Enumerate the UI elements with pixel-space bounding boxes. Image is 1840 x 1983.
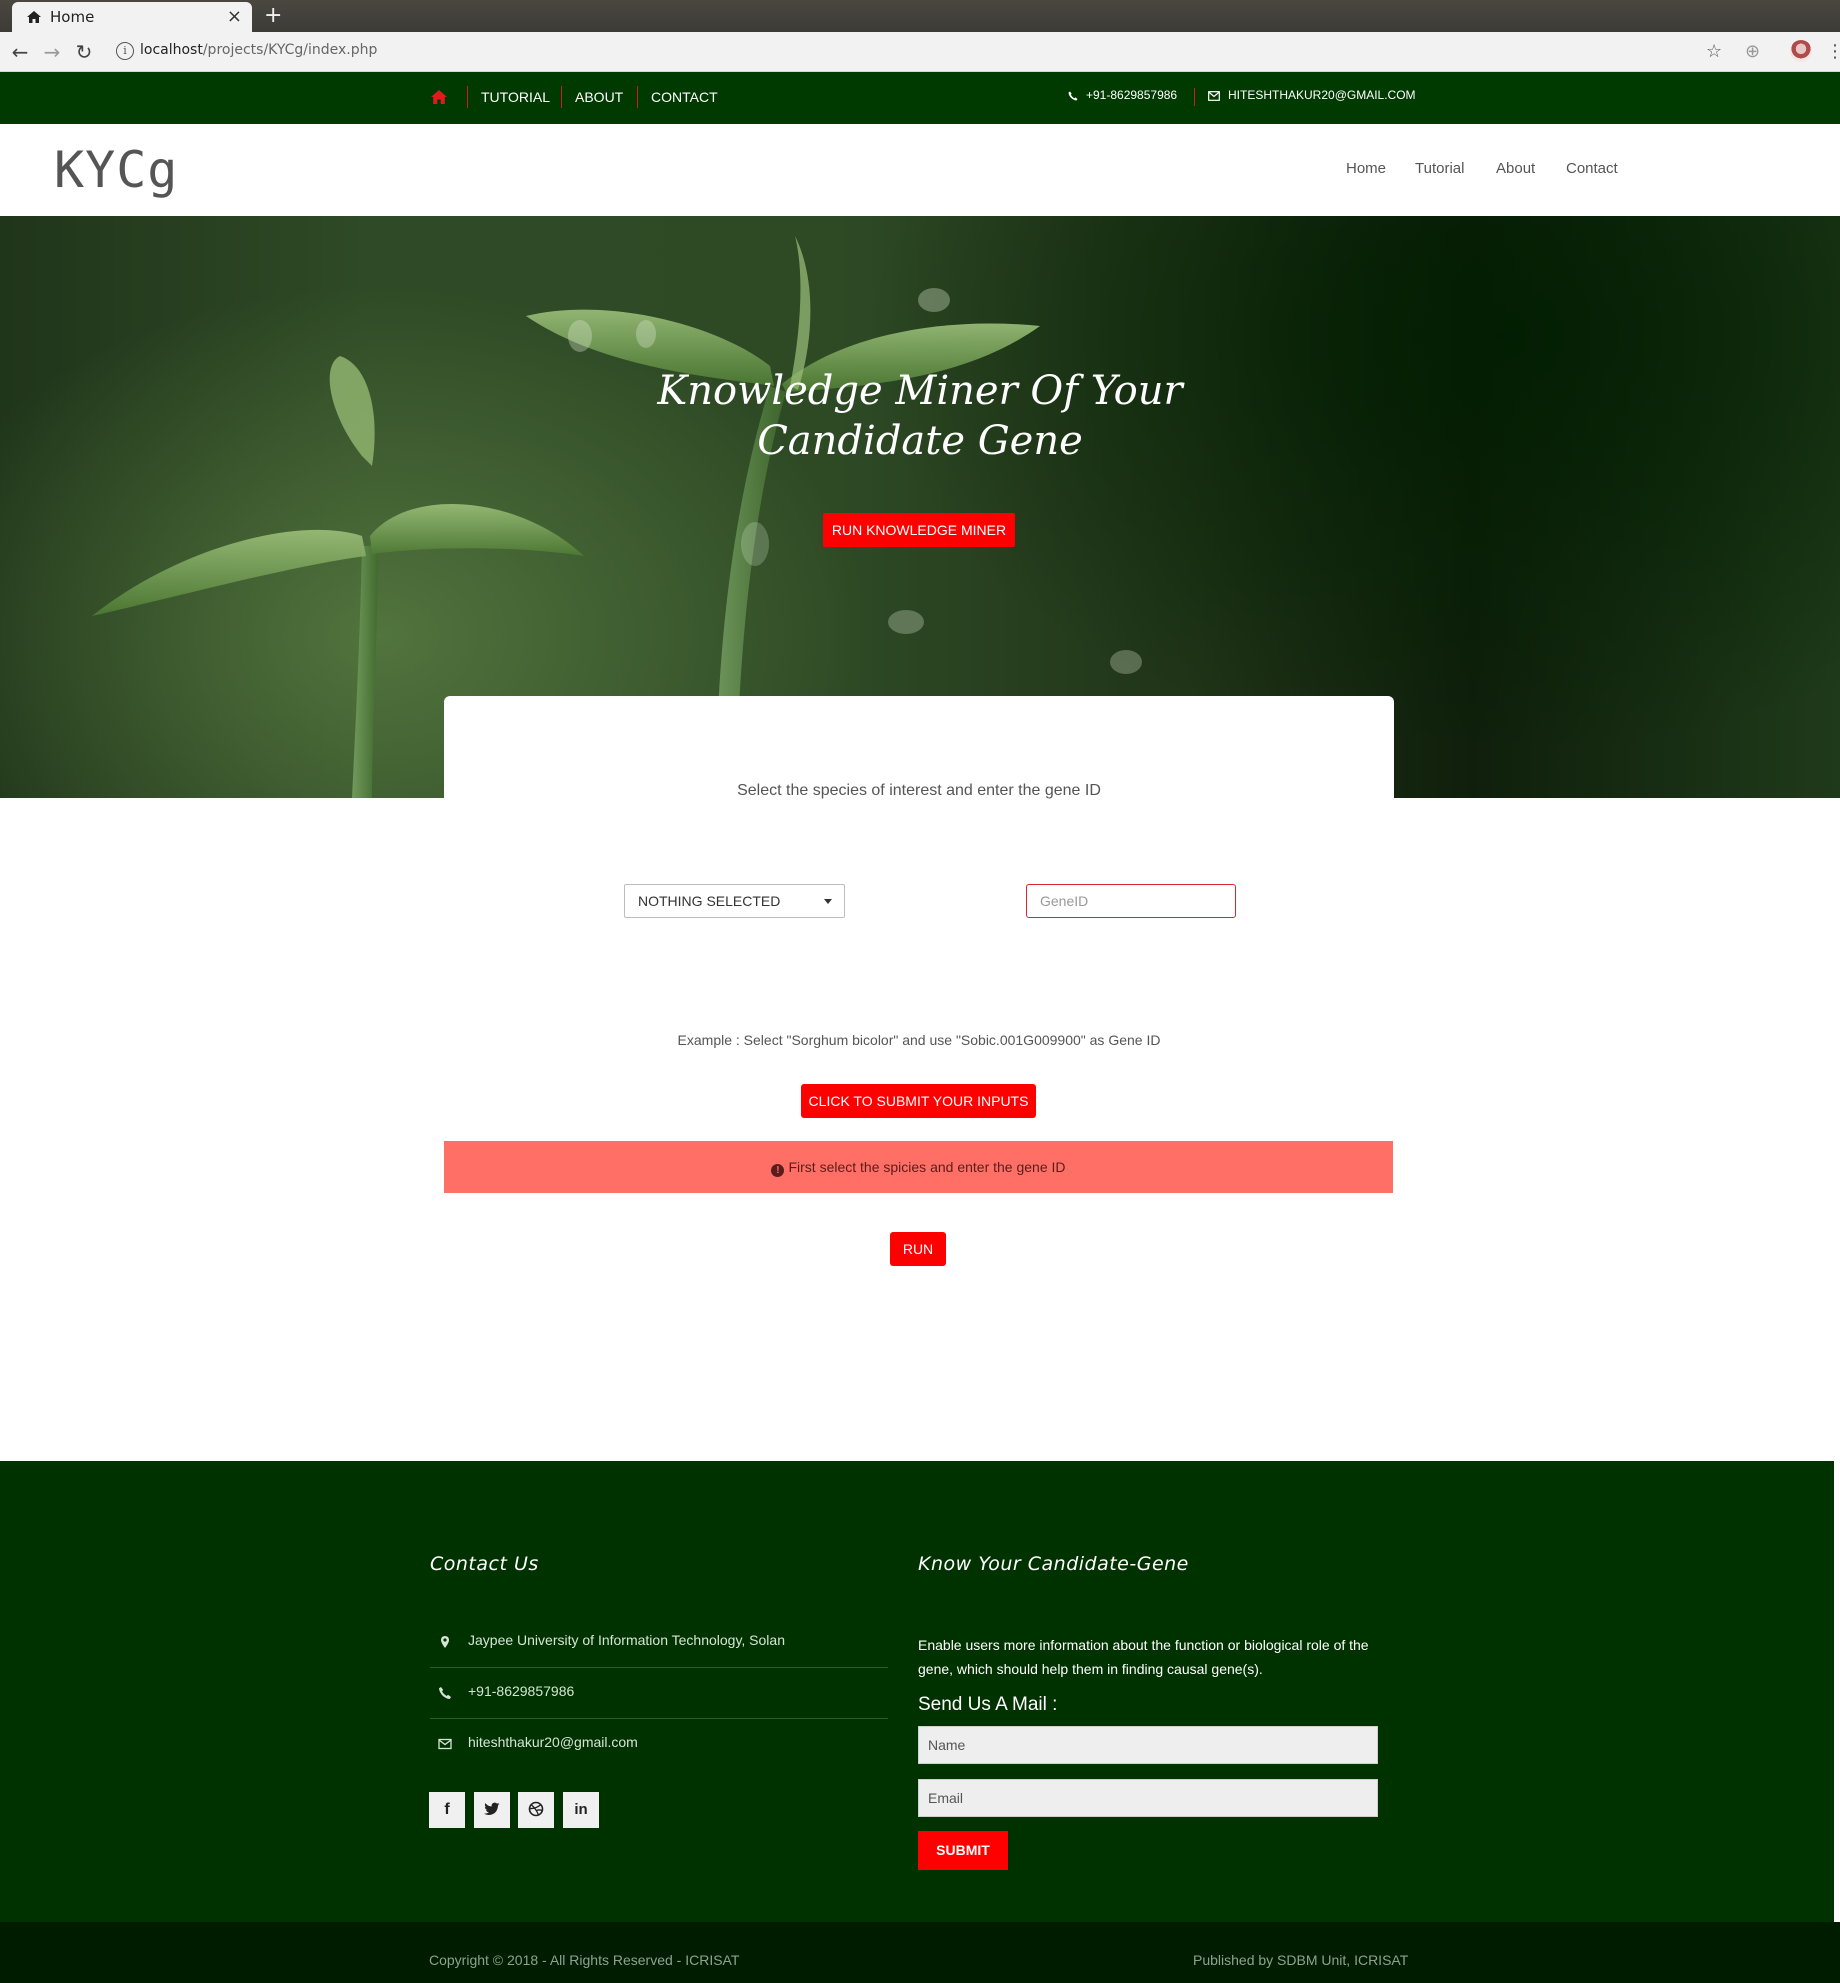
footer: Contact Us Know Your Candidate-Gene xyxy=(0,1461,1834,1922)
contact-email[interactable]: hiteshthakur20@gmail.com xyxy=(468,1734,638,1750)
exclamation-circle-icon: ! xyxy=(771,1164,785,1177)
name-field[interactable] xyxy=(918,1726,1378,1764)
nav-home[interactable]: Home xyxy=(1346,160,1386,177)
contact-phone-row: +91-8629857986 xyxy=(430,1668,888,1719)
copyright-bar: Copyright © 2018 - All Rights Reserved -… xyxy=(0,1922,1840,1983)
site-logo[interactable]: KYCg xyxy=(54,141,178,199)
phone-icon xyxy=(439,1687,451,1699)
contact-address: Jaypee University of Information Technol… xyxy=(468,1632,785,1648)
browser-toolbar: ← → ↻ i localhost/projects/KYCg/index.ph… xyxy=(0,32,1840,72)
form-instruction: Select the species of interest and enter… xyxy=(737,782,1101,799)
contact-email-row: hiteshthakur20@gmail.com xyxy=(430,1719,888,1770)
run-knowledge-miner-button[interactable]: RUN KNOWLEDGE MINER xyxy=(823,513,1015,547)
contact-phone: +91-8629857986 xyxy=(468,1683,575,1699)
twitter-icon[interactable] xyxy=(474,1792,510,1828)
reload-icon[interactable]: ↻ xyxy=(72,40,96,64)
nav-about[interactable]: About xyxy=(1496,160,1535,177)
hero-title-line1: Knowledge Miner Of Your xyxy=(657,368,1183,414)
facebook-icon[interactable]: f xyxy=(429,1792,465,1828)
twitter-bird-shape xyxy=(484,1802,500,1815)
forward-icon[interactable]: → xyxy=(40,40,64,64)
envelope-icon xyxy=(1208,91,1220,101)
back-icon[interactable]: ← xyxy=(8,40,32,64)
topnav-contact[interactable]: CONTACT xyxy=(651,89,718,105)
run-button[interactable]: RUN xyxy=(890,1232,946,1266)
nav-contact[interactable]: Contact xyxy=(1566,160,1618,177)
top-bar: TUTORIAL ABOUT CONTACT +91-8629857986 HI… xyxy=(0,72,1840,124)
about-heading: Know Your Candidate-Gene xyxy=(918,1553,1189,1575)
browser-tab[interactable]: Home × xyxy=(12,2,252,32)
contact-address-row: Jaypee University of Information Technol… xyxy=(430,1617,888,1668)
topbar-phone-text: +91-8629857986 xyxy=(1086,88,1178,102)
gene-id-input[interactable] xyxy=(1026,884,1236,918)
caret-down-icon xyxy=(824,899,832,904)
menu-icon[interactable]: ⋮ xyxy=(1826,41,1840,62)
topbar-email-text: HITESHTHAKUR20@GMAIL.COM xyxy=(1228,88,1416,102)
phone-icon xyxy=(1068,91,1078,101)
hero-title: Knowledge Miner Of Your Candidate Gene xyxy=(620,366,1220,466)
about-text: Enable users more information about the … xyxy=(918,1637,1369,1677)
home-icon[interactable] xyxy=(430,89,448,105)
alert-text: First select the spicies and enter the g… xyxy=(788,1159,1066,1175)
linkedin-icon[interactable]: in xyxy=(563,1792,599,1828)
topbar-phone: +91-8629857986 xyxy=(1068,88,1177,102)
hero-title-line2: Candidate Gene xyxy=(757,418,1083,464)
url-host: localhost xyxy=(140,42,203,58)
submit-inputs-button[interactable]: CLICK TO SUBMIT YOUR INPUTS xyxy=(801,1084,1036,1118)
browser-tabstrip: Home × + xyxy=(0,0,1840,32)
dribbble-ball-shape xyxy=(528,1801,544,1817)
divider xyxy=(637,86,638,108)
topbar-email: HITESHTHAKUR20@GMAIL.COM xyxy=(1208,88,1416,102)
home-icon xyxy=(27,11,41,23)
divider xyxy=(467,86,468,108)
species-select[interactable]: NOTHING SELECTED xyxy=(624,884,845,918)
new-tab-button[interactable]: + xyxy=(264,3,282,29)
map-marker-icon xyxy=(441,1636,449,1648)
bookmark-star-icon[interactable]: ☆ xyxy=(1706,41,1722,62)
mail-submit-button[interactable]: SUBMIT xyxy=(918,1831,1008,1870)
published-text: Published by SDBM Unit, ICRISAT xyxy=(1193,1952,1409,1968)
translate-icon[interactable]: ⊕ xyxy=(1745,41,1760,62)
address-bar[interactable]: localhost/projects/KYCg/index.php xyxy=(140,42,377,58)
mail-heading: Send Us A Mail : xyxy=(918,1694,1058,1715)
error-alert: ! First select the spicies and enter the … xyxy=(444,1141,1393,1193)
species-select-value: NOTHING SELECTED xyxy=(638,893,781,909)
email-field[interactable] xyxy=(918,1779,1378,1817)
topnav-tutorial[interactable]: TUTORIAL xyxy=(481,89,550,105)
main-header: KYCg Home Tutorial About Contact xyxy=(0,124,1840,216)
tab-title: Home xyxy=(50,8,95,26)
close-tab-icon[interactable]: × xyxy=(227,6,242,27)
dribbble-icon[interactable] xyxy=(518,1792,554,1828)
url-path: /projects/KYCg/index.php xyxy=(202,42,378,58)
copyright-text: Copyright © 2018 - All Rights Reserved -… xyxy=(429,1952,740,1968)
nav-tutorial[interactable]: Tutorial xyxy=(1415,160,1464,177)
divider xyxy=(561,86,562,108)
site-info-icon[interactable]: i xyxy=(116,42,134,60)
profile-avatar[interactable] xyxy=(1790,40,1812,62)
topnav-about[interactable]: ABOUT xyxy=(575,89,623,105)
example-text: Example : Select "Sorghum bicolor" and u… xyxy=(677,1032,1161,1048)
envelope-icon xyxy=(438,1738,452,1750)
contact-heading: Contact Us xyxy=(430,1553,539,1575)
divider xyxy=(1194,88,1195,106)
